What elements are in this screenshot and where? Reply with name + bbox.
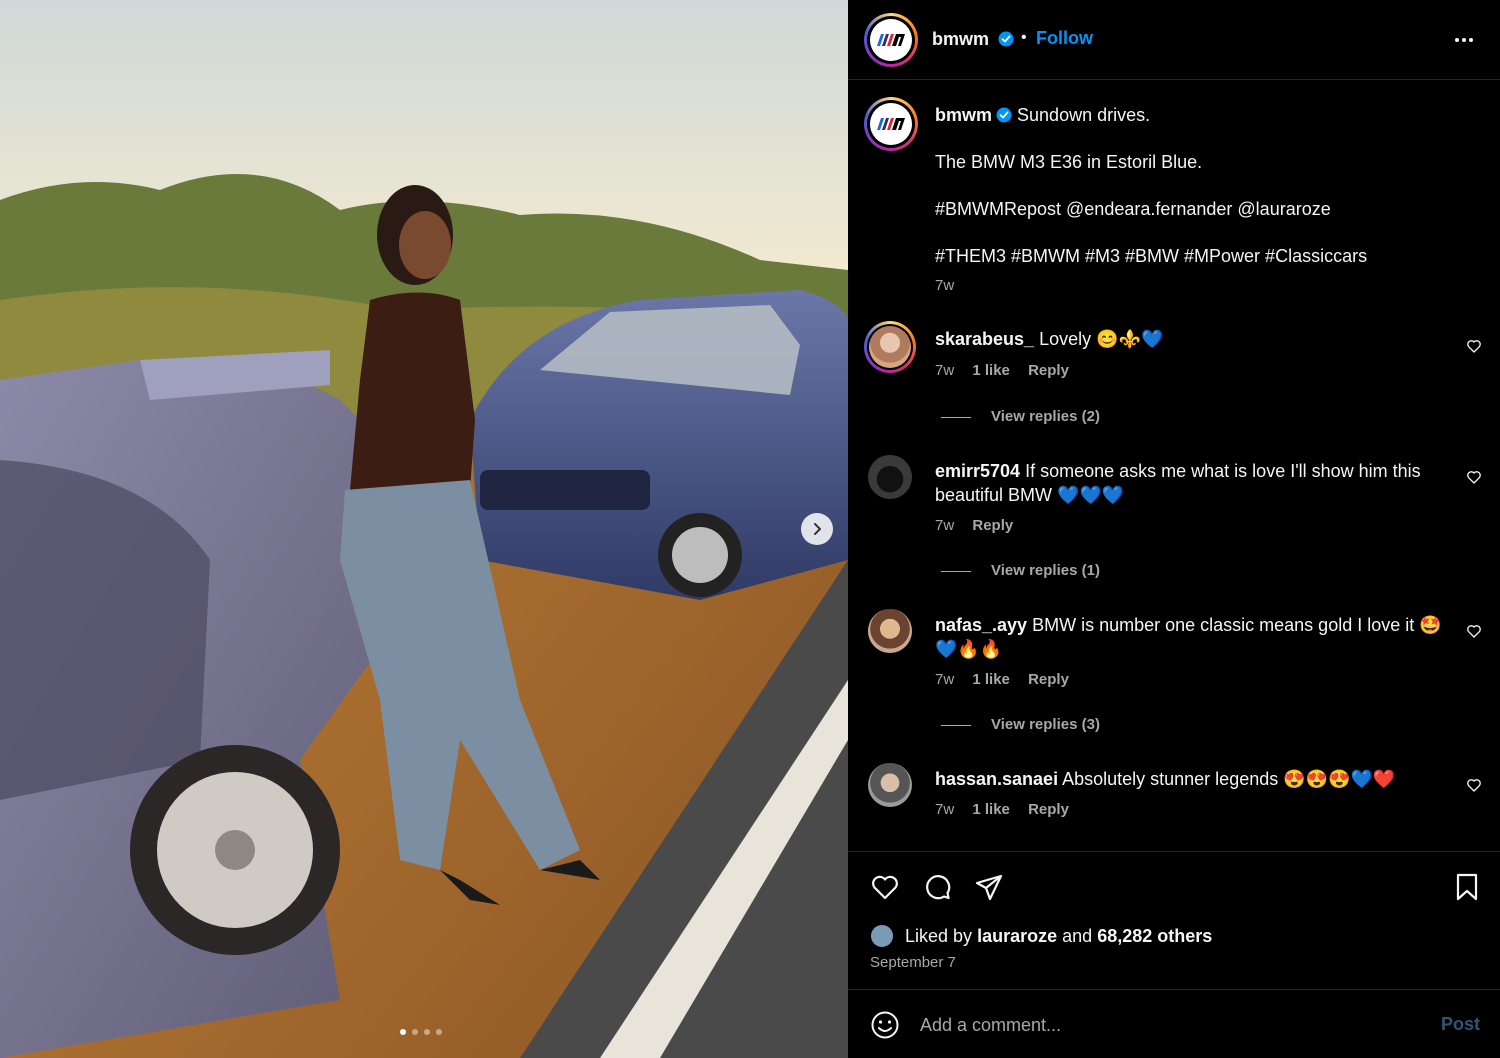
reply-button[interactable]: Reply bbox=[1028, 801, 1069, 818]
caption-line: #BMWMRepost @endeara.fernander @lauraroz… bbox=[935, 199, 1331, 219]
verified-badge-icon bbox=[998, 31, 1014, 47]
likes-prefix: Liked by bbox=[905, 926, 973, 946]
caption-line: #THEM3 #BMWM #M3 #BMW #MPower #Classicca… bbox=[935, 246, 1368, 266]
caption: bmwm Sundown drives. The BMW M3 E36 in E… bbox=[935, 103, 1475, 291]
comments-scroll-area[interactable]: bmwm Sundown drives. The BMW M3 E36 in E… bbox=[848, 81, 1500, 850]
caption-line: bmwm Sundown drives. bbox=[935, 103, 1475, 127]
bmw-m-logo-icon bbox=[877, 34, 905, 46]
avatar[interactable] bbox=[870, 924, 894, 948]
more-options-icon[interactable] bbox=[1454, 30, 1474, 50]
caption-timestamp[interactable]: 7w bbox=[935, 277, 954, 294]
view-replies-button[interactable]: View replies (3) bbox=[941, 716, 1100, 733]
reply-button[interactable]: Reply bbox=[972, 517, 1013, 534]
post-actions: Liked by lauraroze and 68,282 others Sep… bbox=[848, 851, 1500, 989]
carousel-dot bbox=[424, 1029, 430, 1035]
liked-by-user[interactable]: lauraroze bbox=[977, 926, 1057, 946]
comment-message: Lovely 😊⚜️💙 bbox=[1039, 329, 1164, 349]
post-media[interactable] bbox=[0, 0, 848, 1058]
comment-time[interactable]: 7w bbox=[935, 671, 954, 688]
follow-button[interactable]: Follow bbox=[1036, 28, 1093, 49]
emoji-icon[interactable] bbox=[870, 1010, 900, 1040]
replies-divider bbox=[941, 724, 971, 726]
bookmark-icon[interactable] bbox=[1452, 872, 1482, 902]
caption-line: The BMW M3 E36 in Estoril Blue. bbox=[935, 152, 1203, 172]
replies-divider bbox=[941, 570, 971, 572]
view-replies-label: View replies (1) bbox=[991, 562, 1100, 579]
post-date[interactable]: September 7 bbox=[870, 954, 956, 971]
view-replies-button[interactable]: View replies (2) bbox=[941, 408, 1100, 425]
heart-icon[interactable] bbox=[1466, 623, 1482, 639]
comment-text: hassan.sanaei Absolutely stunner legends… bbox=[935, 767, 1445, 791]
caption-username[interactable]: bmwm bbox=[935, 105, 992, 125]
avatar[interactable] bbox=[868, 455, 912, 499]
carousel-indicator bbox=[400, 1029, 442, 1035]
heart-icon[interactable] bbox=[1466, 338, 1482, 354]
comment-meta: 7w 1 like Reply bbox=[935, 671, 1083, 688]
likes-summary: Liked by lauraroze and 68,282 others bbox=[870, 924, 1212, 948]
likes-count[interactable]: 68,282 others bbox=[1097, 926, 1212, 946]
comment-time[interactable]: 7w bbox=[935, 801, 954, 818]
chevron-right-icon bbox=[814, 523, 821, 535]
post-photo bbox=[0, 0, 848, 1058]
share-icon[interactable] bbox=[974, 872, 1004, 902]
comment-likes[interactable]: 1 like bbox=[972, 801, 1010, 818]
header-separator: • bbox=[1021, 29, 1027, 46]
carousel-next-button[interactable] bbox=[801, 513, 833, 545]
comment-text: emirr5704 If someone asks me what is lov… bbox=[935, 459, 1445, 507]
post-header: bmwm • Follow bbox=[848, 0, 1500, 80]
heart-icon[interactable] bbox=[1466, 469, 1482, 485]
comment-meta: 7w 1 like Reply bbox=[935, 362, 1083, 379]
view-replies-label: View replies (2) bbox=[991, 408, 1100, 425]
comment-text: nafas_.ayy BMW is number one classic mea… bbox=[935, 613, 1445, 661]
caption-text: Sundown drives. bbox=[1017, 105, 1151, 125]
comment-icon[interactable] bbox=[922, 872, 952, 902]
reply-button[interactable]: Reply bbox=[1028, 362, 1069, 379]
header-username[interactable]: bmwm bbox=[932, 29, 1014, 50]
post-comment-button[interactable]: Post bbox=[1441, 1014, 1480, 1035]
carousel-dot bbox=[412, 1029, 418, 1035]
view-replies-button[interactable]: View replies (1) bbox=[941, 562, 1100, 579]
comment-username[interactable]: emirr5704 bbox=[935, 461, 1020, 481]
comment-likes[interactable]: 1 like bbox=[972, 362, 1010, 379]
comment-username[interactable]: nafas_.ayy bbox=[935, 615, 1027, 635]
heart-icon[interactable] bbox=[1466, 777, 1482, 793]
avatar[interactable] bbox=[864, 321, 916, 373]
comment-username[interactable]: skarabeus_ bbox=[935, 329, 1034, 349]
view-replies-label: View replies (3) bbox=[991, 716, 1100, 733]
comment-likes[interactable]: 1 like bbox=[972, 671, 1010, 688]
carousel-dot bbox=[400, 1029, 406, 1035]
replies-divider bbox=[941, 416, 971, 418]
add-comment-bar: Post bbox=[848, 989, 1500, 1058]
comment-meta: 7w Reply bbox=[935, 517, 1027, 534]
avatar[interactable] bbox=[864, 13, 918, 67]
heart-icon[interactable] bbox=[870, 872, 900, 902]
caption-avatar[interactable] bbox=[864, 97, 918, 151]
carousel-dot bbox=[436, 1029, 442, 1035]
avatar[interactable] bbox=[868, 763, 912, 807]
comment-input[interactable] bbox=[920, 1012, 1400, 1038]
reply-button[interactable]: Reply bbox=[1028, 671, 1069, 688]
bmw-m-logo-icon bbox=[877, 118, 905, 130]
comment-text: skarabeus_ Lovely 😊⚜️💙 bbox=[935, 327, 1445, 351]
comment-time[interactable]: 7w bbox=[935, 517, 954, 534]
comment-username[interactable]: hassan.sanaei bbox=[935, 769, 1058, 789]
likes-middle: and bbox=[1062, 926, 1093, 946]
post-details-panel: bmwm • Follow bmwm Sundown drives. The B… bbox=[848, 0, 1500, 1058]
comment-message: Absolutely stunner legends 😍😍😍💙❤️ bbox=[1062, 769, 1396, 789]
comment-meta: 7w 1 like Reply bbox=[935, 801, 1083, 818]
comment-time[interactable]: 7w bbox=[935, 362, 954, 379]
verified-badge-icon bbox=[996, 107, 1012, 123]
avatar[interactable] bbox=[868, 609, 912, 653]
